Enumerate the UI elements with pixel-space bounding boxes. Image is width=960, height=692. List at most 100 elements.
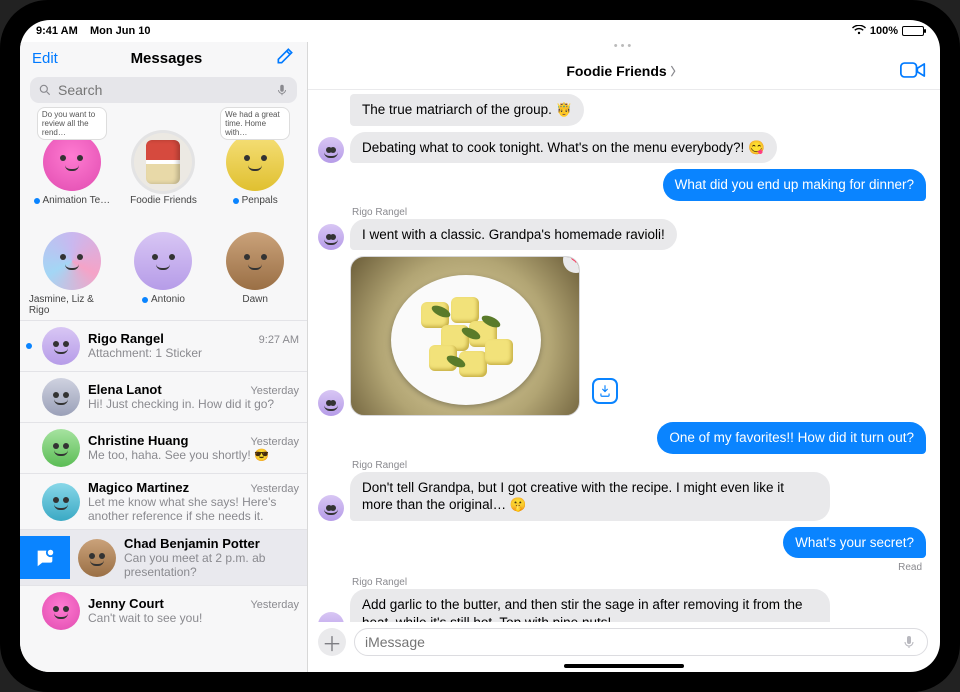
incoming-message[interactable]: Add garlic to the butter, and then stir … <box>318 589 926 622</box>
pinned-conversation[interactable]: Jasmine, Liz & Rigo <box>29 208 115 316</box>
avatar <box>134 133 192 191</box>
pin-label: Dawn <box>242 294 268 305</box>
avatar <box>226 133 284 191</box>
unread-dot-icon <box>233 198 239 204</box>
conversation-name: Christine Huang <box>88 433 188 448</box>
conversation-name: Elena Lanot <box>88 382 162 397</box>
conversation-item[interactable]: Rigo Rangel9:27 AMAttachment: 1 Sticker <box>20 320 307 371</box>
window-grabber-icon[interactable]: ••• <box>308 40 940 52</box>
conversation-item[interactable]: Magico MartinezYesterdayLet me know what… <box>20 473 307 529</box>
conversation-item[interactable]: Christine HuangYesterdayMe too, haha. Se… <box>20 422 307 473</box>
compose-button[interactable] <box>275 46 295 71</box>
dictate-icon[interactable] <box>901 634 917 650</box>
facetime-button[interactable] <box>900 60 926 85</box>
pinned-conversation[interactable]: Foodie Friends <box>120 109 206 206</box>
avatar <box>318 612 344 622</box>
message-transcript[interactable]: The true matriarch of the group. 🤴 Debati… <box>308 90 940 622</box>
conversation-sidebar: Edit Messages Do you want to review all … <box>20 42 308 672</box>
outgoing-message[interactable]: One of my favorites!! How did it turn ou… <box>318 422 926 454</box>
sidebar-title: Messages <box>58 50 275 67</box>
pinned-conversation[interactable]: Dawn <box>212 208 298 316</box>
edit-button[interactable]: Edit <box>32 50 58 67</box>
search-icon <box>38 83 52 97</box>
conversation-name: Rigo Rangel <box>88 331 164 346</box>
ipad-frame: 9:41 AM Mon Jun 10 100% Edit Messages <box>0 0 960 692</box>
apps-button[interactable]: ＋ <box>318 628 346 656</box>
message-bubble[interactable]: I went with a classic. Grandpa's homemad… <box>350 219 677 251</box>
chat-title-text: Foodie Friends <box>566 63 666 79</box>
conversation-preview: Attachment: 1 Sticker <box>88 346 299 360</box>
avatar <box>318 390 344 416</box>
avatar <box>42 429 80 467</box>
avatar <box>43 232 101 290</box>
pinned-conversation[interactable]: We had a great time. Home with…Penpals <box>212 109 298 206</box>
battery-icon <box>902 26 924 36</box>
sender-label: Rigo Rangel <box>352 207 926 218</box>
compose-field[interactable] <box>354 628 928 656</box>
avatar <box>78 539 116 577</box>
message-bubble[interactable]: One of my favorites!! How did it turn ou… <box>657 422 926 454</box>
conversation-list[interactable]: Rigo Rangel9:27 AMAttachment: 1 Sticker E… <box>20 320 307 672</box>
search-field[interactable] <box>30 77 297 103</box>
conversation-name: Jenny Court <box>88 596 164 611</box>
message-bubble[interactable]: Debating what to cook tonight. What's on… <box>350 132 777 164</box>
message-bubble[interactable]: Don't tell Grandpa, but I got creative w… <box>350 472 830 521</box>
conversation-text: Magico MartinezYesterdayLet me know what… <box>88 480 299 523</box>
unread-dot-icon <box>34 198 40 204</box>
chat-title[interactable]: Foodie Friends 〉 <box>566 63 681 79</box>
outgoing-message[interactable]: What's your secret? <box>318 527 926 559</box>
conversation-text: Rigo Rangel9:27 AMAttachment: 1 Sticker <box>88 331 299 360</box>
screen: 9:41 AM Mon Jun 10 100% Edit Messages <box>20 20 940 672</box>
search-input[interactable] <box>58 82 269 98</box>
status-date: Mon Jun 10 <box>90 25 151 37</box>
avatar <box>42 327 80 365</box>
pinned-conversation[interactable]: Do you want to review all the rend…Anima… <box>29 109 115 206</box>
avatar <box>134 232 192 290</box>
conversation-time: Yesterday <box>250 436 299 448</box>
incoming-message[interactable]: The true matriarch of the group. 🤴 <box>318 94 926 126</box>
mark-unread-action[interactable] <box>20 536 70 579</box>
chat-header[interactable]: Foodie Friends 〉 <box>308 52 940 90</box>
photo-attachment[interactable]: ❤ <box>350 256 580 416</box>
message-bubble[interactable]: The true matriarch of the group. 🤴 <box>350 94 584 126</box>
avatar <box>318 224 344 250</box>
conversation-item[interactable]: Jenny CourtYesterdayCan't wait to see yo… <box>20 585 307 636</box>
pin-label: Jasmine, Liz & Rigo <box>29 294 115 316</box>
message-bubble[interactable]: What did you end up making for dinner? <box>663 169 926 201</box>
read-receipt: Read <box>318 562 922 573</box>
message-bubble[interactable]: What's your secret? <box>783 527 926 559</box>
message-row: ❤ <box>318 256 926 416</box>
battery-label: 100% <box>870 25 898 37</box>
status-time: 9:41 AM <box>36 25 78 37</box>
pin-label: Antonio <box>142 294 185 305</box>
conversation-time: Yesterday <box>250 385 299 397</box>
outgoing-message[interactable]: What did you end up making for dinner? <box>318 169 926 201</box>
incoming-message[interactable]: Don't tell Grandpa, but I got creative w… <box>318 472 926 521</box>
conversation-item[interactable]: Chad Benjamin PotterCan you meet at 2 p.… <box>20 529 307 585</box>
avatar <box>318 137 344 163</box>
message-bubble[interactable]: Add garlic to the butter, and then stir … <box>350 589 830 622</box>
conversation-text: Chad Benjamin PotterCan you meet at 2 p.… <box>124 536 299 579</box>
heart-tapback-icon[interactable]: ❤ <box>563 256 580 273</box>
avatar <box>42 592 80 630</box>
chevron-right-icon: 〉 <box>671 63 682 79</box>
save-image-button[interactable] <box>592 378 618 404</box>
conversation-text: Jenny CourtYesterdayCan't wait to see yo… <box>88 596 299 625</box>
unread-indicator <box>24 343 34 349</box>
pin-label: Foodie Friends <box>130 195 197 206</box>
search-wrap <box>20 73 307 109</box>
avatar <box>42 378 80 416</box>
conversation-preview: Can't wait to see you! <box>88 611 299 625</box>
pinned-conversation[interactable]: Antonio <box>120 208 206 316</box>
conversation-item[interactable]: Elena LanotYesterdayHi! Just checking in… <box>20 371 307 422</box>
sidebar-header: Edit Messages <box>20 42 307 73</box>
compose-input[interactable] <box>365 634 895 650</box>
dictate-icon[interactable] <box>275 83 289 97</box>
conversation-text: Elena LanotYesterdayHi! Just checking in… <box>88 382 299 411</box>
avatar <box>226 232 284 290</box>
incoming-message[interactable]: Debating what to cook tonight. What's on… <box>318 132 926 164</box>
avatar <box>42 483 80 521</box>
sender-label: Rigo Rangel <box>352 460 926 471</box>
home-indicator[interactable] <box>564 664 684 668</box>
incoming-message[interactable]: I went with a classic. Grandpa's homemad… <box>318 219 926 251</box>
